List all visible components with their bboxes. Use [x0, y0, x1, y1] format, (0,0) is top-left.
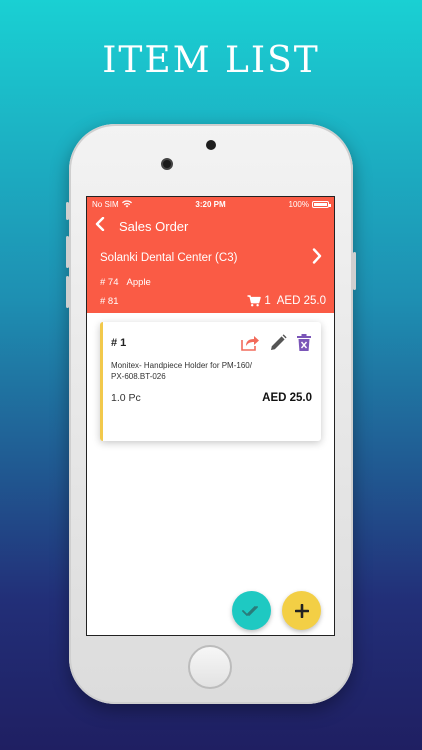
cart-icon[interactable] — [247, 295, 262, 307]
trash-icon[interactable] — [296, 334, 312, 352]
chevron-right-icon[interactable] — [312, 247, 322, 269]
confirm-order-button[interactable] — [232, 591, 271, 630]
app-screen: No SIM 3:20 PM 100% Sales Order Solanki … — [86, 196, 335, 636]
item-description: Monitex- Handpiece Holder for PM-160/ PX… — [111, 360, 301, 382]
phone-frame: No SIM 3:20 PM 100% Sales Order Solanki … — [66, 124, 356, 704]
item-description-line-2: PX-608.BT-026 — [111, 372, 166, 381]
speaker — [206, 140, 216, 150]
customer-selector[interactable]: Solanki Dental Center (C3) — [87, 241, 334, 275]
battery-label: 100% — [288, 199, 309, 209]
order-total: AED 25.0 — [276, 295, 326, 307]
share-icon[interactable] — [240, 334, 260, 352]
order-header: Sales Order Solanki Dental Center (C3) #… — [87, 211, 334, 313]
plus-icon — [294, 603, 309, 618]
battery-icon — [312, 200, 331, 208]
front-camera — [161, 158, 173, 170]
volume-up-button — [66, 236, 69, 268]
item-description-line-1: Monitex- Handpiece Holder for PM-160/ — [111, 361, 252, 370]
item-quantity: 1.0 Pc — [111, 392, 141, 404]
promo-title: ITEM LIST — [102, 40, 320, 81]
item-price: AED 25.0 — [262, 392, 312, 404]
back-arrow-icon[interactable] — [95, 216, 111, 236]
double-check-icon — [241, 605, 258, 616]
volume-down-button — [66, 276, 69, 308]
order-item-card[interactable]: # 1 Monitex- Handpiece Holder for PM-160… — [100, 322, 321, 441]
customer-name: Solanki Dental Center (C3) — [100, 252, 238, 264]
order-number: # 74 — [100, 276, 119, 288]
item-number: # 1 — [111, 337, 127, 349]
home-button[interactable] — [188, 645, 232, 689]
power-button — [353, 252, 356, 290]
add-item-button[interactable] — [282, 591, 321, 630]
status-bar: No SIM 3:20 PM 100% — [87, 197, 334, 211]
cart-count: 1 — [264, 295, 271, 307]
pencil-icon[interactable] — [269, 334, 287, 352]
brand-label: Apple — [126, 276, 151, 288]
mute-switch — [66, 202, 69, 220]
secondary-number: # 81 — [100, 295, 119, 307]
page-title: Sales Order — [119, 218, 189, 234]
